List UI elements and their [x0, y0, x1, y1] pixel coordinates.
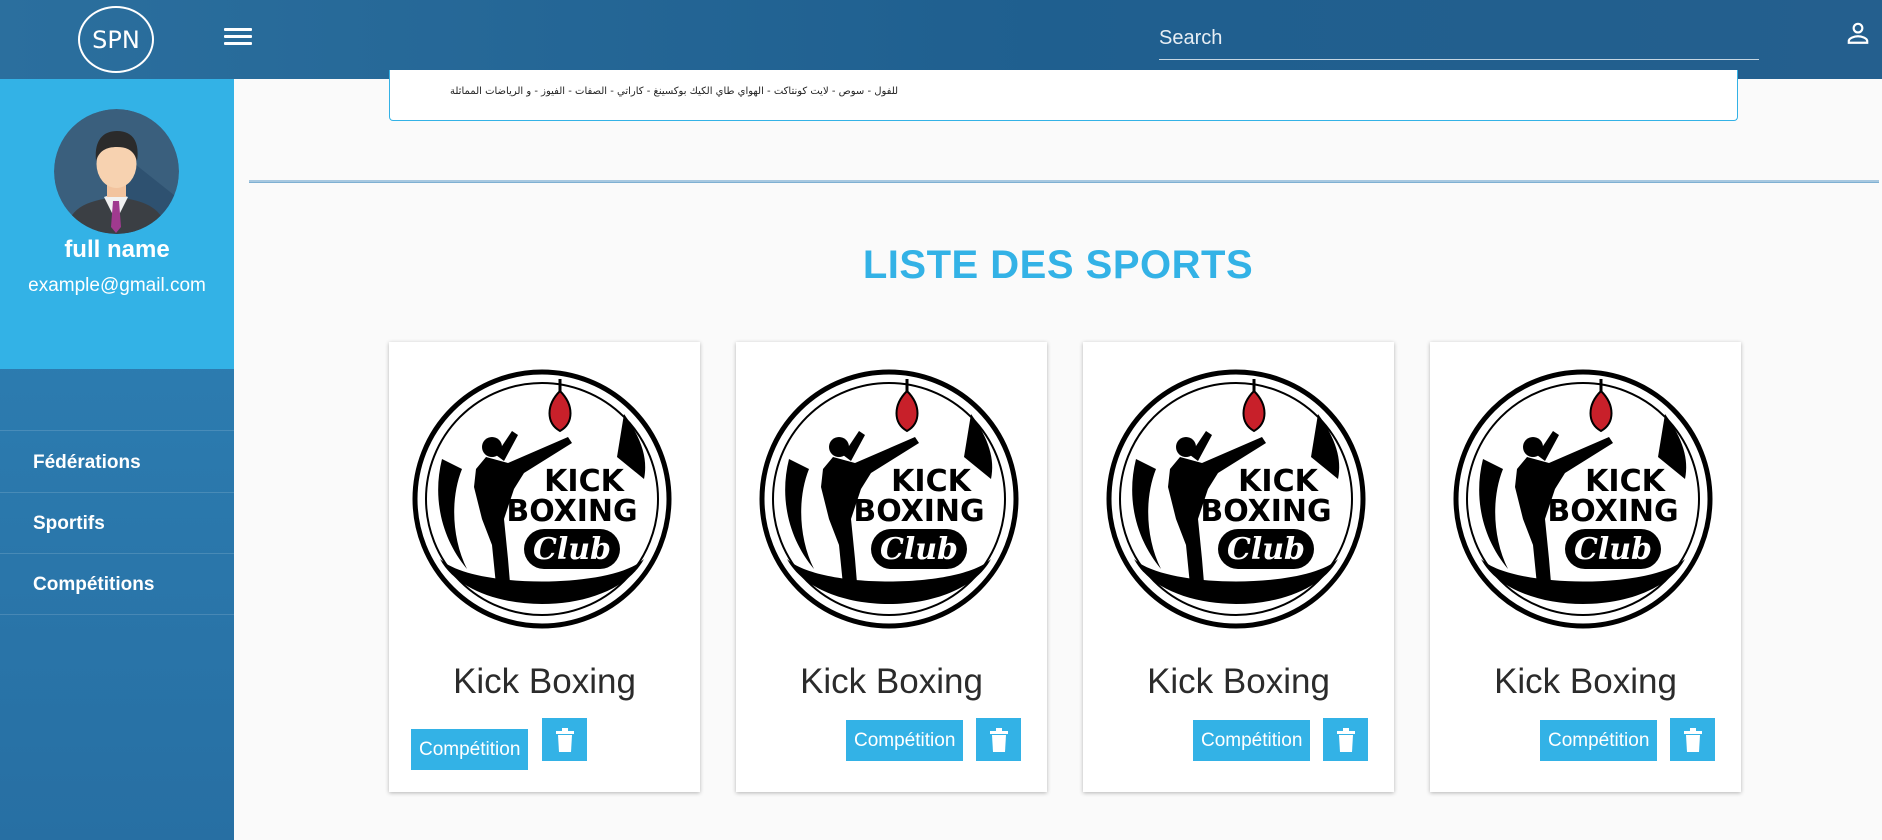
sport-card: KICK BOXING Club Kick Boxing Compétition	[389, 342, 700, 792]
delete-button[interactable]	[1323, 718, 1368, 761]
competition-button[interactable]: Compétition	[1193, 720, 1311, 761]
trash-icon	[989, 727, 1008, 752]
sport-name: Kick Boxing	[1494, 662, 1677, 701]
sport-name: Kick Boxing	[453, 662, 636, 701]
top-app-bar: SPN	[0, 0, 1882, 79]
kickboxing-club-logo: KICK BOXING Club	[412, 369, 672, 629]
sport-name: Kick Boxing	[1147, 662, 1330, 701]
page-title: LISTE DES SPORTS	[862, 243, 1254, 287]
sidebar-item-sportifs[interactable]: Sportifs	[0, 493, 234, 554]
banner-image: للفول - سوص - لايت كونتاكت - الهواي طاي …	[389, 70, 1738, 121]
sidebar-item-federations[interactable]: Fédérations	[0, 432, 234, 493]
sport-card: KICK BOXING Club Kick Boxing Compétition	[1083, 342, 1394, 792]
sidebar-spacer	[0, 369, 234, 431]
app-logo[interactable]: SPN	[78, 6, 154, 73]
kickboxing-club-logo: KICK BOXING Club	[759, 369, 1019, 629]
profile-email: example@gmail.com	[28, 275, 206, 296]
svg-text:BOXING: BOXING	[853, 494, 984, 529]
delete-button[interactable]	[542, 718, 587, 761]
trash-icon	[1336, 727, 1355, 752]
sidebar-item-competitions[interactable]: Compétitions	[0, 554, 234, 615]
avatar[interactable]	[54, 109, 179, 234]
kickboxing-club-logo: KICK BOXING Club	[1106, 369, 1366, 629]
svg-text:BOXING: BOXING	[1547, 494, 1678, 529]
sport-name: Kick Boxing	[800, 662, 983, 701]
delete-button[interactable]	[1670, 718, 1715, 761]
svg-text:Club: Club	[880, 532, 958, 567]
search-input[interactable]	[1159, 18, 1759, 60]
competition-button[interactable]: Compétition	[411, 729, 529, 770]
svg-text:Club: Club	[1227, 532, 1305, 567]
competition-button[interactable]: Compétition	[1540, 720, 1658, 761]
profile-full-name: full name	[64, 236, 170, 263]
sport-card: KICK BOXING Club Kick Boxing Compétition	[1430, 342, 1741, 792]
svg-text:BOXING: BOXING	[506, 494, 637, 529]
svg-text:Club: Club	[1574, 532, 1652, 567]
profile-panel: full name example@gmail.com	[0, 79, 234, 369]
trash-icon	[1683, 727, 1702, 752]
banner-caption: للفول - سوص - لايت كونتاكت - الهواي طاي …	[450, 86, 899, 97]
kickboxing-club-logo: KICK BOXING Club	[1453, 369, 1713, 629]
svg-text:Club: Club	[533, 532, 611, 567]
delete-button[interactable]	[976, 718, 1021, 761]
svg-text:BOXING: BOXING	[1200, 494, 1331, 529]
sport-card: KICK BOXING Club Kick Boxing Compétition	[736, 342, 1047, 792]
section-divider	[249, 180, 1879, 183]
competition-button[interactable]: Compétition	[846, 720, 964, 761]
trash-icon	[555, 727, 574, 752]
person-icon[interactable]	[1845, 20, 1871, 46]
sidebar: full name example@gmail.com Fédérations …	[0, 79, 234, 840]
hamburger-menu-icon[interactable]	[224, 28, 252, 50]
